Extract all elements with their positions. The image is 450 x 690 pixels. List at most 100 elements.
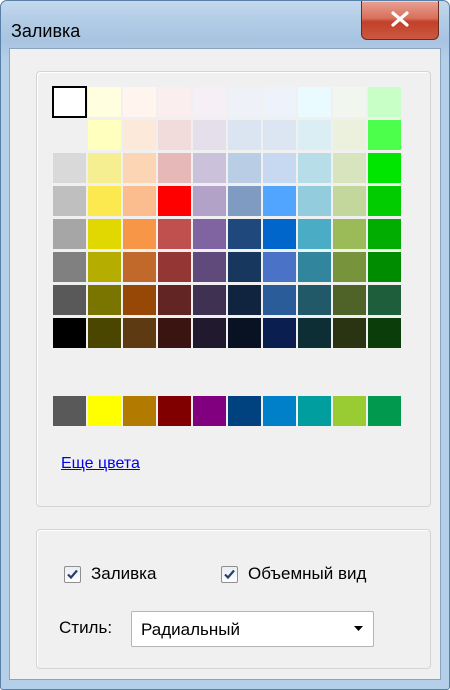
standard-color-swatch[interactable] bbox=[263, 396, 296, 426]
color-swatch[interactable] bbox=[333, 87, 366, 117]
color-swatch[interactable] bbox=[368, 120, 401, 150]
color-swatch[interactable] bbox=[333, 318, 366, 348]
color-swatch[interactable] bbox=[88, 186, 121, 216]
color-swatch[interactable] bbox=[228, 87, 261, 117]
standard-color-swatch[interactable] bbox=[123, 396, 156, 426]
color-swatch[interactable] bbox=[263, 318, 296, 348]
close-button[interactable] bbox=[361, 1, 439, 40]
chevron-down-icon bbox=[354, 626, 363, 631]
color-swatch[interactable] bbox=[368, 318, 401, 348]
color-swatch[interactable] bbox=[53, 186, 86, 216]
color-swatch[interactable] bbox=[333, 252, 366, 282]
color-swatch[interactable] bbox=[88, 153, 121, 183]
color-swatch[interactable] bbox=[368, 219, 401, 249]
color-swatch[interactable] bbox=[158, 153, 191, 183]
color-swatch[interactable] bbox=[158, 186, 191, 216]
volume-checkbox-row[interactable]: Объемный вид bbox=[221, 564, 366, 584]
color-swatch[interactable] bbox=[333, 186, 366, 216]
color-swatch[interactable] bbox=[298, 285, 331, 315]
color-swatch[interactable] bbox=[193, 153, 226, 183]
color-swatch[interactable] bbox=[228, 153, 261, 183]
color-swatch[interactable] bbox=[193, 186, 226, 216]
color-swatch[interactable] bbox=[193, 219, 226, 249]
color-swatch[interactable] bbox=[88, 252, 121, 282]
color-swatch[interactable] bbox=[298, 87, 331, 117]
color-swatch[interactable] bbox=[263, 120, 296, 150]
color-swatch[interactable] bbox=[53, 153, 86, 183]
color-swatch[interactable] bbox=[228, 186, 261, 216]
color-swatch[interactable] bbox=[368, 252, 401, 282]
color-swatch[interactable] bbox=[333, 219, 366, 249]
color-swatch[interactable] bbox=[228, 318, 261, 348]
color-swatch[interactable] bbox=[53, 285, 86, 315]
color-swatch[interactable] bbox=[158, 219, 191, 249]
standard-color-swatch[interactable] bbox=[228, 396, 261, 426]
volume-checkbox-label: Объемный вид bbox=[248, 564, 367, 583]
color-swatch[interactable] bbox=[88, 87, 121, 117]
standard-color-swatch[interactable] bbox=[298, 396, 331, 426]
color-swatch[interactable] bbox=[88, 318, 121, 348]
standard-color-swatch[interactable] bbox=[193, 396, 226, 426]
color-swatch[interactable] bbox=[333, 120, 366, 150]
color-swatch[interactable] bbox=[53, 318, 86, 348]
color-swatch[interactable] bbox=[298, 153, 331, 183]
color-swatch[interactable] bbox=[158, 87, 191, 117]
color-swatch[interactable] bbox=[53, 252, 86, 282]
color-swatch[interactable] bbox=[298, 252, 331, 282]
color-swatch[interactable] bbox=[53, 120, 86, 150]
color-swatch[interactable] bbox=[88, 285, 121, 315]
color-swatch[interactable] bbox=[123, 285, 156, 315]
volume-checkbox[interactable] bbox=[221, 565, 238, 583]
color-swatch[interactable] bbox=[123, 120, 156, 150]
color-swatch[interactable] bbox=[193, 87, 226, 117]
color-swatch[interactable] bbox=[228, 252, 261, 282]
color-swatch[interactable] bbox=[263, 87, 296, 117]
color-swatch[interactable] bbox=[88, 120, 121, 150]
color-swatch[interactable] bbox=[228, 120, 261, 150]
color-swatch[interactable] bbox=[193, 285, 226, 315]
color-swatch[interactable] bbox=[263, 285, 296, 315]
color-swatch[interactable] bbox=[263, 252, 296, 282]
color-swatch[interactable] bbox=[368, 186, 401, 216]
color-swatch[interactable] bbox=[228, 285, 261, 315]
color-swatch[interactable] bbox=[158, 252, 191, 282]
fill-checkbox-row[interactable]: Заливка bbox=[64, 564, 156, 584]
color-swatch[interactable] bbox=[123, 252, 156, 282]
more-colors-link[interactable]: Еще цвета bbox=[61, 455, 140, 473]
color-swatch[interactable] bbox=[298, 186, 331, 216]
color-swatch[interactable] bbox=[158, 285, 191, 315]
color-swatch[interactable] bbox=[263, 219, 296, 249]
color-swatch[interactable] bbox=[298, 318, 331, 348]
standard-color-swatch[interactable] bbox=[158, 396, 191, 426]
color-swatch[interactable] bbox=[158, 120, 191, 150]
standard-color-swatch[interactable] bbox=[333, 396, 366, 426]
color-swatch[interactable] bbox=[193, 318, 226, 348]
color-swatch[interactable] bbox=[298, 219, 331, 249]
color-swatch[interactable] bbox=[368, 87, 401, 117]
color-swatch[interactable] bbox=[123, 186, 156, 216]
color-swatch[interactable] bbox=[123, 153, 156, 183]
checkmark-icon bbox=[224, 569, 235, 579]
color-swatch[interactable] bbox=[193, 252, 226, 282]
color-swatch[interactable] bbox=[298, 120, 331, 150]
color-swatch[interactable] bbox=[123, 318, 156, 348]
color-swatch[interactable] bbox=[88, 219, 121, 249]
color-swatch[interactable] bbox=[228, 219, 261, 249]
color-swatch[interactable] bbox=[53, 219, 86, 249]
color-swatch[interactable] bbox=[263, 186, 296, 216]
color-swatch[interactable] bbox=[123, 219, 156, 249]
style-dropdown[interactable]: Радиальный bbox=[131, 611, 374, 647]
color-swatch[interactable] bbox=[333, 153, 366, 183]
color-swatch[interactable] bbox=[368, 285, 401, 315]
color-swatch[interactable] bbox=[263, 153, 296, 183]
color-swatch[interactable] bbox=[52, 86, 87, 118]
fill-checkbox[interactable] bbox=[64, 565, 81, 583]
standard-color-swatch[interactable] bbox=[53, 396, 86, 426]
color-swatch[interactable] bbox=[123, 87, 156, 117]
color-swatch[interactable] bbox=[158, 318, 191, 348]
standard-color-swatch[interactable] bbox=[368, 396, 401, 426]
color-swatch[interactable] bbox=[368, 153, 401, 183]
color-swatch[interactable] bbox=[333, 285, 366, 315]
standard-color-swatch[interactable] bbox=[88, 396, 121, 426]
color-swatch[interactable] bbox=[193, 120, 226, 150]
